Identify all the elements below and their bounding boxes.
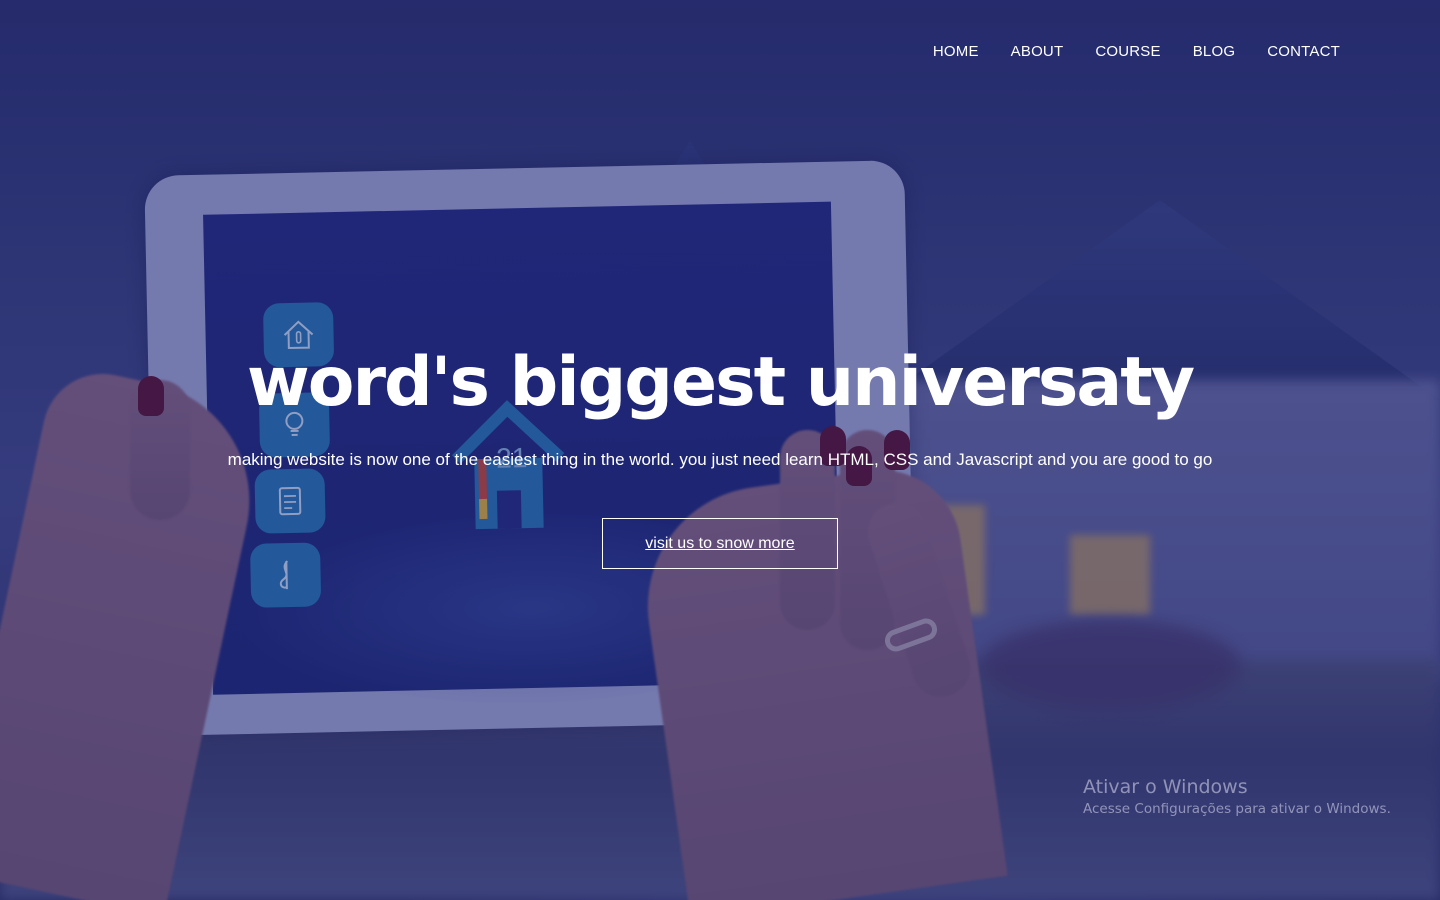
nav-course[interactable]: COURSE — [1095, 43, 1160, 60]
watermark-title: Ativar o Windows — [1083, 776, 1248, 798]
main-nav: HOME ABOUT COURSE BLOG CONTACT — [933, 43, 1340, 60]
watermark-subtitle: Acesse Configurações para ativar o Windo… — [1083, 801, 1391, 817]
hero-section: 21 HOME ABOUT COURSE BLOG CONTACT word's… — [0, 0, 1440, 900]
nav-home[interactable]: HOME — [933, 43, 979, 60]
cta-button[interactable]: visit us to snow more — [602, 518, 838, 569]
nav-about[interactable]: ABOUT — [1011, 43, 1064, 60]
nav-blog[interactable]: BLOG — [1193, 43, 1235, 60]
hero-content: word's biggest universaty making website… — [0, 338, 1440, 569]
hero-subtitle: making website is now one of the easiest… — [227, 450, 1213, 469]
windows-activation-watermark: Ativar o Windows Acesse Configurações pa… — [1083, 776, 1391, 817]
hero-title: word's biggest universaty — [246, 343, 1195, 422]
nav-contact[interactable]: CONTACT — [1267, 43, 1340, 60]
